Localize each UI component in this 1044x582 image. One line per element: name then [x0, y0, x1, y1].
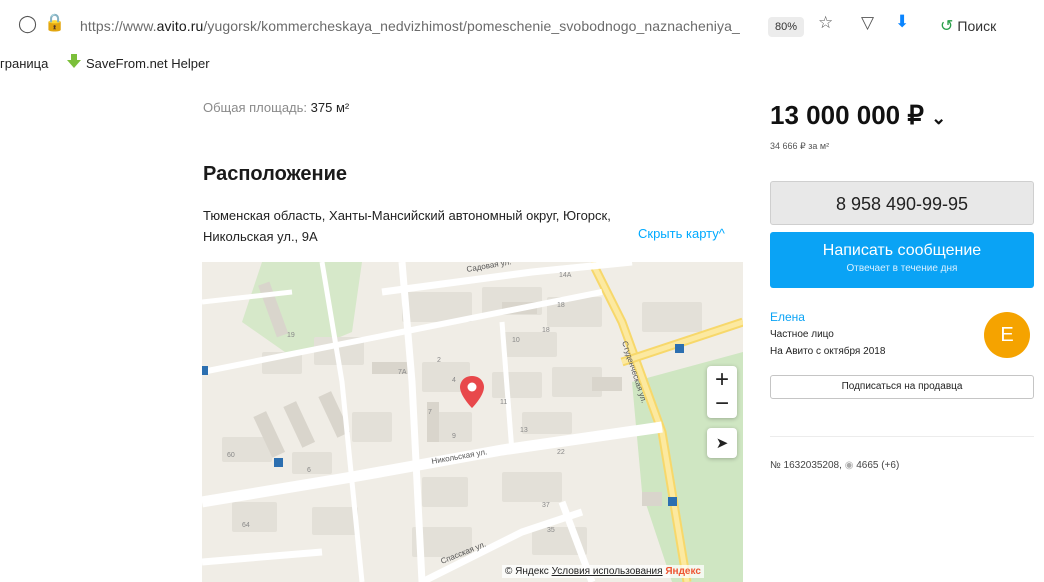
svg-text:10: 10: [512, 337, 520, 344]
bookmark-item[interactable]: граница: [0, 56, 48, 71]
svg-text:6: 6: [307, 467, 311, 474]
search-engine-icon: ↺: [940, 18, 954, 35]
map-canvas: Садовая ул. Студенческая ул. Никольская …: [202, 262, 743, 582]
address-line: Тюменская область, Ханты-Мансийский авто…: [203, 208, 611, 223]
url-domain: avito.ru: [156, 18, 204, 34]
chevron-down-icon[interactable]: ⌄: [931, 108, 946, 128]
zoom-level[interactable]: 80%: [768, 17, 804, 37]
svg-text:18: 18: [557, 302, 565, 309]
svg-text:4: 4: [452, 377, 456, 384]
browser-toolbar: ◯ 🔒 https://www.avito.ru/yugorsk/kommerc…: [0, 0, 1044, 46]
svg-text:37: 37: [542, 502, 550, 509]
response-time: Отвечает в течение дня: [846, 263, 958, 274]
location-title: Расположение: [203, 163, 348, 185]
avatar[interactable]: Е: [984, 312, 1030, 358]
svg-text:60: 60: [227, 452, 235, 459]
map-footer: © Яндекс Условия использования Яндекс: [502, 565, 704, 578]
svg-text:35: 35: [547, 527, 555, 534]
message-button-label: Написать сообщение: [822, 242, 982, 259]
yandex-logo[interactable]: Яндекс: [665, 566, 701, 577]
bookmark-item[interactable]: SaveFrom.net Helper: [86, 56, 210, 71]
svg-text:9: 9: [452, 433, 456, 440]
price[interactable]: 13 000 000 ₽ ⌄: [770, 100, 946, 131]
shield-icon[interactable]: ◯: [18, 15, 37, 32]
map-copyright: © Яндекс: [505, 566, 549, 577]
navigation-arrow-icon: ➤: [715, 435, 729, 452]
pocket-icon[interactable]: ▽: [861, 14, 874, 31]
seller-type: Частное лицо: [770, 329, 834, 340]
url-path: /yugorsk/kommercheskaya_nedvizhimost/pom…: [203, 18, 740, 34]
search-label: Поиск: [957, 18, 997, 34]
svg-text:13: 13: [520, 427, 528, 434]
total-area: Общая площадь: 375 м²: [203, 100, 349, 115]
price-per-meter: 34 666 ₽ за м²: [770, 141, 830, 151]
area-value: 375 м²: [310, 100, 350, 115]
price-value: 13 000 000 ₽: [770, 100, 924, 130]
view-count: 4665 (+6): [856, 460, 900, 471]
hide-map-link[interactable]: Скрыть карту^: [638, 226, 725, 241]
zoom-in-button[interactable]: +: [715, 368, 729, 392]
search-button[interactable]: ↺ Поиск: [940, 16, 996, 36]
svg-text:22: 22: [557, 449, 565, 456]
seller-since: На Авито с октября 2018: [770, 346, 886, 357]
url-prefix: https://www.: [80, 18, 157, 34]
address-line: Никольская ул., 9А: [203, 229, 318, 244]
svg-text:11: 11: [500, 399, 507, 406]
ad-number: № 1632035208,: [770, 460, 842, 471]
svg-text:14А: 14А: [559, 272, 572, 279]
svg-text:7: 7: [428, 409, 432, 416]
svg-text:19: 19: [287, 332, 295, 339]
terms-link[interactable]: Условия использования: [552, 566, 663, 577]
divider: [770, 436, 1034, 437]
savefrom-icon: [67, 54, 81, 68]
show-phone-button[interactable]: 8 958 490-99-95: [770, 181, 1034, 225]
address-bar[interactable]: https://www.avito.ru/yugorsk/kommerchesk…: [80, 18, 740, 34]
lock-icon[interactable]: 🔒: [44, 14, 65, 31]
geolocation-button[interactable]: ➤: [707, 428, 737, 458]
location-pin[interactable]: [460, 376, 484, 408]
map[interactable]: Садовая ул. Студенческая ул. Никольская …: [202, 262, 743, 582]
download-icon[interactable]: ⬇: [895, 13, 909, 30]
eye-icon: ◉: [844, 460, 854, 471]
svg-text:64: 64: [242, 522, 250, 529]
area-label: Общая площадь:: [203, 100, 308, 115]
ad-meta: № 1632035208, ◉ 4665 (+6): [770, 460, 899, 471]
bookmarks-bar: граница SaveFrom.net Helper: [0, 50, 1044, 76]
zoom-control: + −: [707, 366, 737, 418]
write-message-button[interactable]: Написать сообщение Отвечает в течение дн…: [770, 232, 1034, 288]
seller-name[interactable]: Елена: [770, 310, 805, 324]
svg-text:2: 2: [437, 357, 441, 364]
star-icon[interactable]: ☆: [818, 14, 833, 31]
address: Тюменская область, Ханты-Мансийский авто…: [203, 205, 643, 247]
subscribe-button[interactable]: Подписаться на продавца: [770, 375, 1034, 399]
svg-text:7А: 7А: [398, 369, 407, 376]
zoom-out-button[interactable]: −: [715, 392, 729, 416]
svg-text:18: 18: [542, 327, 550, 334]
